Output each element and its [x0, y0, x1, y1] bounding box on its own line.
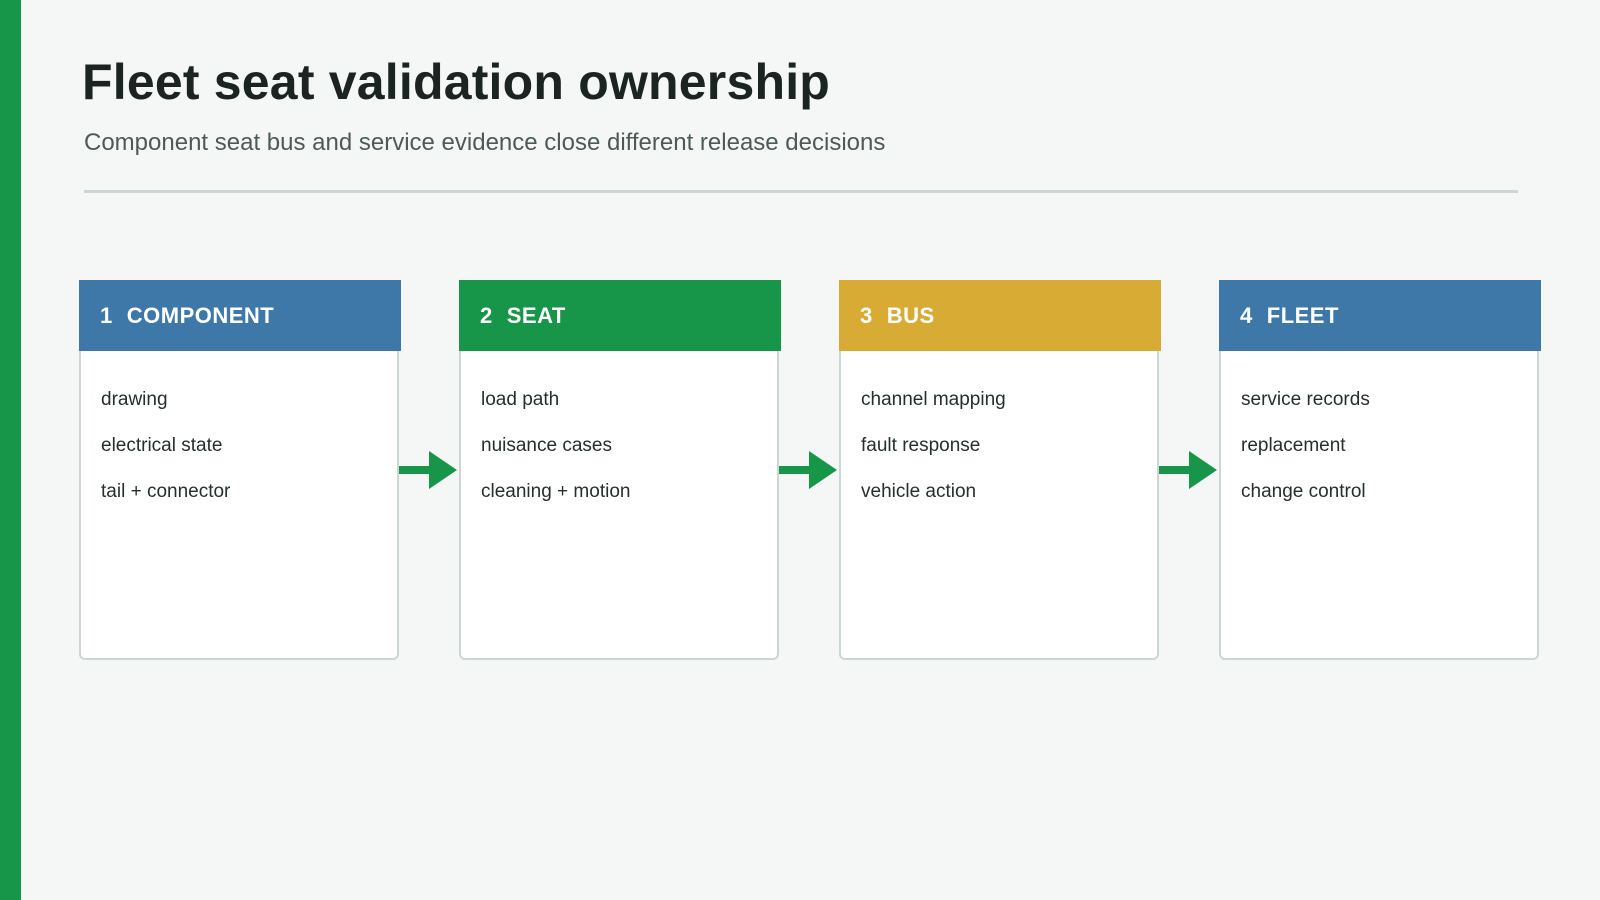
stage-label: COMPONENT: [126, 302, 275, 328]
page-title: Fleet seat validation ownership: [82, 54, 831, 110]
stage-item-list: drawing electrical state tail + connecto…: [101, 388, 230, 526]
stage-card-component: 1 COMPONENT drawing electrical state tai…: [79, 280, 401, 660]
stage-card-seat: 2 SEAT load path nuisance cases cleaning…: [459, 280, 781, 660]
stage-item: replacement: [1241, 435, 1346, 456]
stage-item: change control: [1241, 481, 1366, 502]
stage-item-list: channel mapping fault response vehicle a…: [861, 388, 1006, 526]
arrow-right-icon: [1159, 451, 1217, 489]
stage-item: cleaning + motion: [481, 481, 631, 502]
stage-header-fleet: 4 FLEET: [1219, 280, 1541, 351]
stage-header-bus: 3 BUS: [839, 280, 1161, 351]
stage-header-seat: 2 SEAT: [459, 280, 781, 351]
page-subtitle: Component seat bus and service evidence …: [84, 129, 886, 156]
stage-label: BUS: [886, 302, 935, 328]
stage-item-list: service records replacement change contr…: [1241, 388, 1370, 526]
stage-item: nuisance cases: [481, 435, 612, 456]
stage-item: electrical state: [101, 435, 223, 456]
stage-label: FLEET: [1266, 302, 1339, 328]
stage-item: drawing: [101, 389, 168, 410]
arrow-right-icon: [779, 451, 837, 489]
stage-item: vehicle action: [861, 481, 977, 502]
stage-item: tail + connector: [101, 481, 231, 502]
stage-number: 3: [860, 302, 873, 328]
stage-number: 2: [480, 302, 493, 328]
stage-item: service records: [1241, 389, 1370, 410]
stage-header-component: 1 COMPONENT: [79, 280, 401, 351]
stage-card-fleet: 4 FLEET service records replacement chan…: [1219, 280, 1541, 660]
stage-number: 4: [1240, 302, 1253, 328]
arrow-right-icon: [399, 451, 457, 489]
stage-label: SEAT: [506, 302, 566, 328]
stage-item-list: load path nuisance cases cleaning + moti…: [481, 388, 630, 526]
stage-item: fault response: [861, 435, 981, 456]
stage-card-bus: 3 BUS channel mapping fault response veh…: [839, 280, 1161, 660]
stage-item: channel mapping: [861, 389, 1006, 410]
stage-item: load path: [481, 389, 560, 410]
accent-bar: [0, 0, 21, 900]
divider: [84, 190, 1518, 193]
stage-number: 1: [100, 302, 113, 328]
